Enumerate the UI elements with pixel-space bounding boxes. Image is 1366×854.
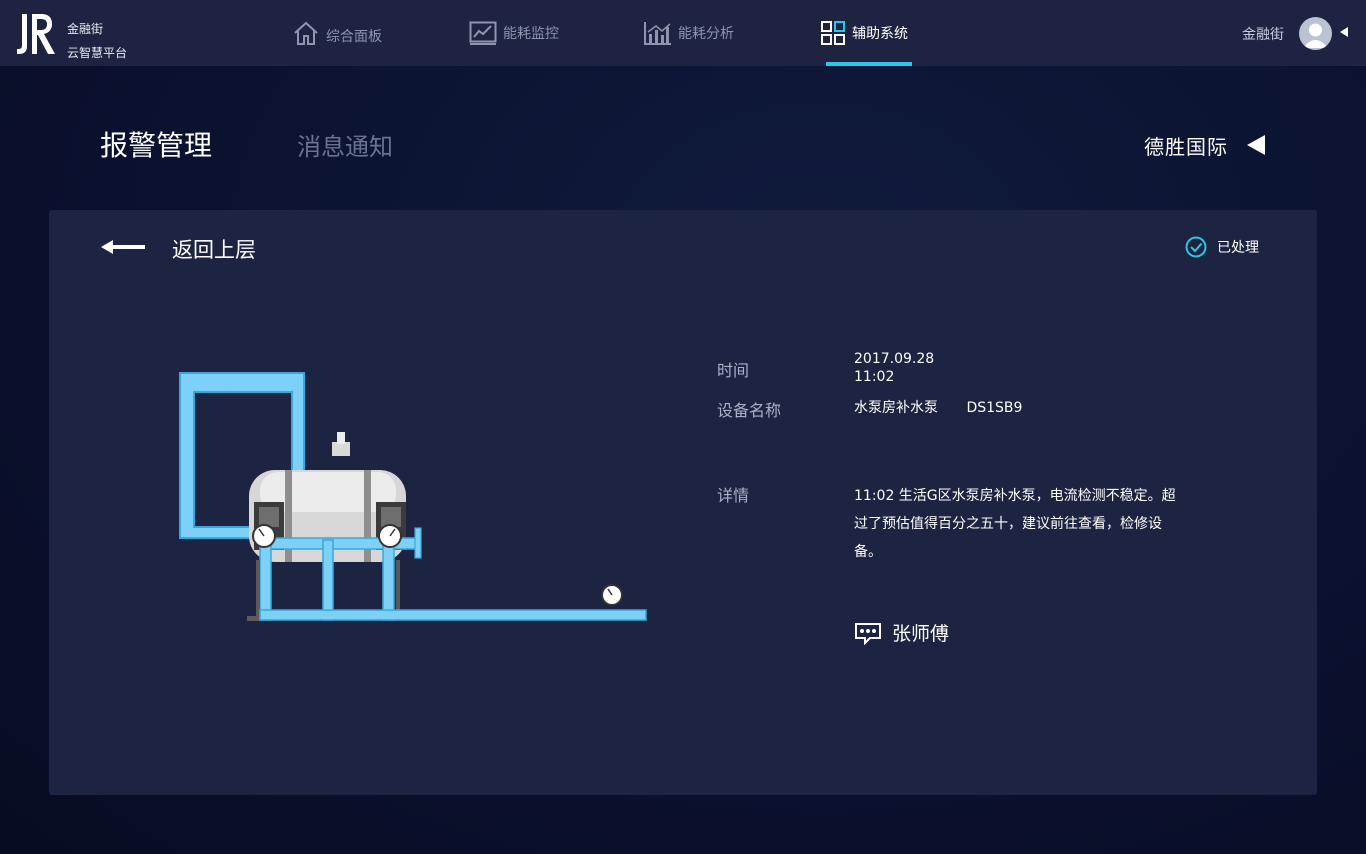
brand-line2: 云智慧平台: [67, 46, 128, 60]
tank-cap: [332, 442, 350, 456]
pressure-gauge-right-icon: [378, 524, 402, 548]
bar-chart-icon: [644, 22, 671, 45]
nav-label-dashboard: 综合面板: [326, 29, 382, 45]
device-label: 设备名称: [717, 401, 782, 420]
back-button[interactable]: 返回上层: [172, 234, 256, 264]
building-selector[interactable]: 德胜国际: [1144, 131, 1228, 160]
nav-label-monitor: 能耗监控: [503, 26, 559, 42]
user-name[interactable]: 金融街: [1242, 24, 1284, 44]
grid-icon: [821, 21, 845, 45]
alarm-detail-card: 返回上层 已处理 时间 2017.09.28 11:02 设备名称 水泵房补水泵…: [49, 210, 1317, 795]
device-code: DS1SB9: [966, 400, 1023, 416]
building-caret-icon[interactable]: [1247, 135, 1265, 155]
nav-label-analysis: 能耗分析: [678, 26, 734, 42]
user-menu-caret-icon[interactable]: [1340, 27, 1348, 37]
check-circle-icon: [1185, 236, 1207, 258]
assignee-name: 张师傅: [892, 623, 950, 645]
nav-item-analysis[interactable]: 能耗分析: [644, 0, 734, 66]
nav-label-auxiliary: 辅助系统: [852, 26, 908, 42]
user-avatar-icon: [1303, 23, 1328, 48]
device-name: 水泵房补水泵: [854, 400, 938, 416]
back-arrow-icon[interactable]: [101, 239, 147, 255]
nav-item-dashboard[interactable]: 综合面板: [292, 0, 382, 66]
status-badge: 已处理: [1185, 236, 1259, 258]
avatar[interactable]: [1299, 17, 1332, 50]
nav-item-monitor[interactable]: 能耗监控: [469, 0, 559, 66]
top-bar: 金融街 云智慧平台 综合面板 能耗监控 能耗分析 辅助系统 金融街: [0, 0, 1366, 66]
time-value: 2017.09.28 11:02: [854, 350, 934, 386]
message-icon: [855, 622, 881, 645]
time-clock: 11:02: [854, 369, 895, 385]
nav-item-auxiliary[interactable]: 辅助系统: [820, 0, 908, 66]
pump-diagram: [179, 372, 647, 621]
pressure-gauge-outlet-icon: [601, 584, 623, 606]
detail-text: 11:02 生活G区水泵房补水泵，电流检测不稳定。超过了预估值得百分之五十，建议…: [854, 488, 1176, 560]
home-icon: [294, 21, 318, 45]
time-date: 2017.09.28: [854, 351, 935, 367]
line-chart-icon: [469, 21, 497, 45]
brand-line1: 金融街: [67, 22, 104, 36]
status-label: 已处理: [1217, 240, 1259, 256]
jr-logo-icon[interactable]: [15, 12, 57, 56]
device-value: 水泵房补水泵 DS1SB9: [854, 399, 1022, 417]
pressure-gauge-left-icon: [252, 524, 276, 548]
time-label: 时间: [717, 361, 750, 380]
tab-notifications[interactable]: 消息通知: [297, 127, 393, 162]
brand-name: 金融街 云智慧平台: [67, 17, 127, 65]
nav-active-indicator: [826, 62, 912, 66]
assignee[interactable]: 张师傅: [854, 619, 949, 646]
detail-label: 详情: [717, 486, 750, 505]
tab-alarm-management[interactable]: 报警管理: [100, 124, 212, 164]
